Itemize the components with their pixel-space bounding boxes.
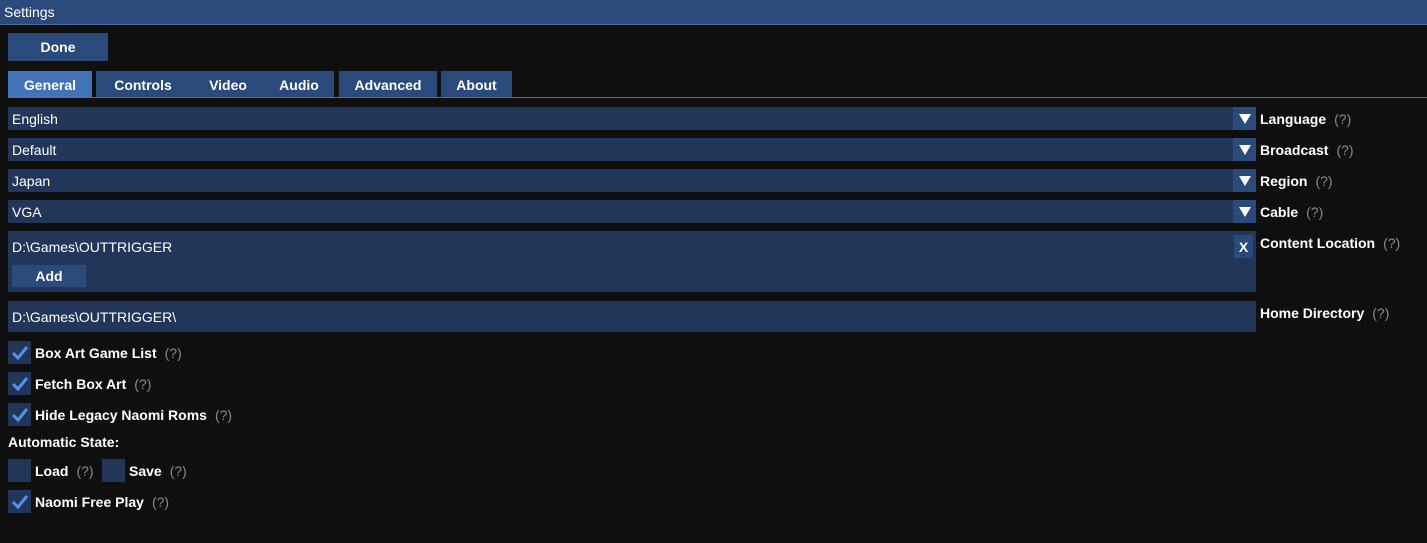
language-label-text: Language: [1260, 111, 1327, 127]
content-location-label: Content Location (?): [1260, 235, 1400, 251]
check-icon: [11, 376, 28, 391]
region-select[interactable]: Japan: [8, 169, 1256, 192]
hide-legacy-naomi-roms-label: Hide Legacy Naomi Roms (?): [35, 407, 232, 423]
tab-video[interactable]: Video: [190, 71, 266, 98]
naomi-free-play-label: Naomi Free Play (?): [35, 494, 169, 510]
broadcast-label: Broadcast (?): [1260, 142, 1354, 158]
title-bar: Settings: [0, 0, 1427, 25]
tab-about[interactable]: About: [441, 71, 512, 98]
tab-audio[interactable]: Audio: [264, 71, 334, 98]
tab-advanced[interactable]: Advanced: [339, 71, 437, 98]
broadcast-label-text: Broadcast: [1260, 142, 1329, 158]
add-location-button[interactable]: Add: [12, 265, 86, 287]
chevron-down-icon[interactable]: [1233, 138, 1256, 161]
naomi-free-play-checkbox[interactable]: [8, 490, 31, 513]
broadcast-value: Default: [12, 142, 57, 158]
region-value: Japan: [12, 173, 51, 189]
naomi-free-play-help[interactable]: (?): [152, 494, 169, 510]
tab-controls[interactable]: Controls: [96, 71, 190, 98]
cable-label-text: Cable: [1260, 204, 1299, 220]
check-icon: [11, 494, 28, 509]
content-location-path: D:\Games\OUTTRIGGER: [12, 239, 173, 255]
load-text: Load: [35, 463, 69, 479]
cable-label: Cable (?): [1260, 204, 1323, 220]
region-label-text: Region: [1260, 173, 1308, 189]
window-title: Settings: [4, 4, 55, 20]
check-icon: [11, 407, 28, 422]
load-checkbox[interactable]: [8, 459, 31, 482]
box-art-game-list-checkbox[interactable]: [8, 341, 31, 364]
home-directory-field[interactable]: D:\Games\OUTTRIGGER\: [8, 301, 1256, 332]
fetch-box-art-text: Fetch Box Art: [35, 376, 127, 392]
remove-location-button[interactable]: X: [1234, 235, 1253, 258]
box-art-game-list-label: Box Art Game List (?): [35, 345, 182, 361]
home-directory-value: D:\Games\OUTTRIGGER\: [12, 309, 177, 325]
cable-select[interactable]: VGA: [8, 200, 1256, 223]
chevron-down-icon[interactable]: [1233, 200, 1256, 223]
done-button[interactable]: Done: [8, 33, 108, 61]
broadcast-select[interactable]: Default: [8, 138, 1256, 161]
tab-general[interactable]: General: [8, 71, 92, 98]
chevron-down-icon[interactable]: [1233, 169, 1256, 192]
save-text: Save: [129, 463, 162, 479]
save-label: Save (?): [129, 463, 187, 479]
hide-legacy-naomi-roms-checkbox[interactable]: [8, 403, 31, 426]
hide-legacy-naomi-roms-help[interactable]: (?): [215, 407, 232, 423]
naomi-free-play-text: Naomi Free Play: [35, 494, 144, 510]
save-help[interactable]: (?): [170, 463, 187, 479]
automatic-state-heading: Automatic State:: [8, 434, 120, 450]
content-location-label-text: Content Location: [1260, 235, 1376, 251]
load-help[interactable]: (?): [76, 463, 93, 479]
content-location-list: D:\Games\OUTTRIGGER X Add: [8, 231, 1256, 292]
load-label: Load (?): [35, 463, 94, 479]
home-directory-label-text: Home Directory: [1260, 305, 1365, 321]
box-art-game-list-text: Box Art Game List: [35, 345, 157, 361]
language-label: Language (?): [1260, 111, 1351, 127]
language-help[interactable]: (?): [1334, 111, 1351, 127]
fetch-box-art-help[interactable]: (?): [134, 376, 151, 392]
home-directory-label: Home Directory (?): [1260, 305, 1389, 321]
box-art-game-list-help[interactable]: (?): [165, 345, 182, 361]
fetch-box-art-checkbox[interactable]: [8, 372, 31, 395]
check-icon: [11, 345, 28, 360]
region-label: Region (?): [1260, 173, 1333, 189]
save-checkbox[interactable]: [102, 459, 125, 482]
language-value: English: [12, 111, 58, 127]
cable-help[interactable]: (?): [1306, 204, 1323, 220]
fetch-box-art-label: Fetch Box Art (?): [35, 376, 151, 392]
home-directory-help[interactable]: (?): [1372, 305, 1389, 321]
content-location-help[interactable]: (?): [1383, 235, 1400, 251]
cable-value: VGA: [12, 204, 42, 220]
chevron-down-icon[interactable]: [1233, 107, 1256, 130]
region-help[interactable]: (?): [1315, 173, 1332, 189]
tab-divider: [8, 97, 1427, 98]
hide-legacy-naomi-roms-text: Hide Legacy Naomi Roms: [35, 407, 207, 423]
broadcast-help[interactable]: (?): [1336, 142, 1353, 158]
language-select[interactable]: English: [8, 107, 1256, 130]
